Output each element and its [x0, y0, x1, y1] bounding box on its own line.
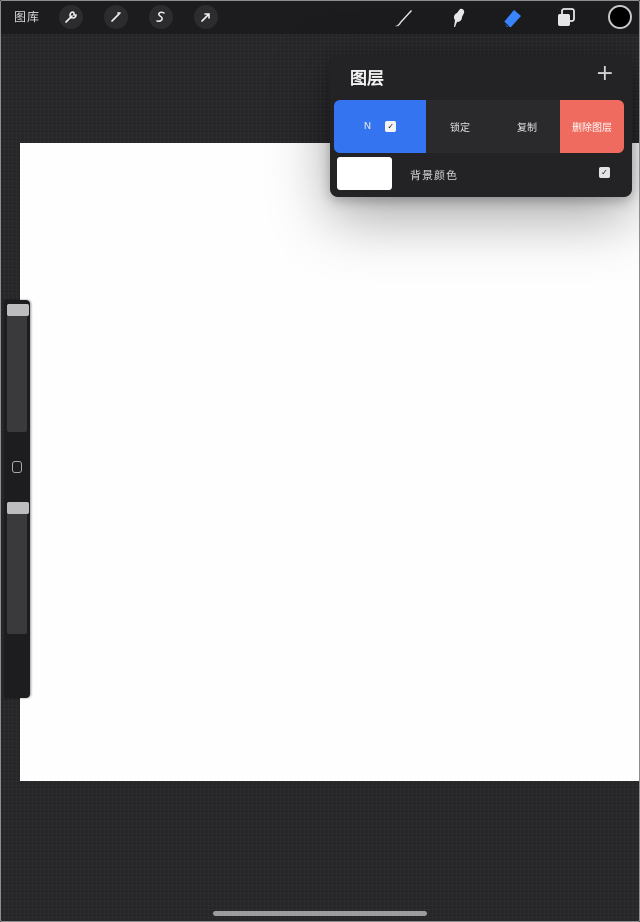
home-indicator [213, 911, 427, 916]
smudge-icon[interactable] [445, 5, 471, 31]
delete-layer-button[interactable]: 删除图层 [560, 100, 624, 153]
modify-square-icon[interactable] [12, 461, 22, 473]
lock-button[interactable]: 锁定 [426, 100, 494, 153]
opacity-thumb[interactable] [7, 502, 29, 514]
layers-panel: 图层 + N ✓ 锁定 复制 删除图层 背景颜色 ✓ [330, 55, 632, 197]
magic-wand-icon[interactable] [104, 5, 128, 29]
layer-name-action[interactable]: N ✓ [334, 100, 426, 153]
add-layer-button[interactable]: + [596, 63, 614, 85]
gallery-button[interactable]: 图库 [14, 8, 40, 25]
background-visibility-checkbox[interactable]: ✓ [599, 167, 610, 178]
brush-size-thumb[interactable] [7, 304, 29, 316]
layer-actions-row: N ✓ 锁定 复制 删除图层 [334, 100, 628, 153]
color-picker-swatch[interactable] [608, 5, 632, 29]
eraser-icon[interactable] [499, 5, 525, 31]
top-toolbar: 图库 [0, 0, 640, 34]
transform-arrow-icon[interactable] [194, 5, 218, 29]
layers-icon[interactable] [553, 5, 579, 31]
layer-name-label: N [363, 121, 372, 132]
brush-size-slider[interactable] [7, 304, 27, 432]
panel-title: 图层 [350, 69, 384, 89]
visibility-checkbox[interactable]: ✓ [385, 121, 397, 132]
brush-icon[interactable] [390, 5, 416, 31]
wrench-icon[interactable] [59, 5, 83, 29]
background-color-label: 背景颜色 [410, 169, 458, 182]
duplicate-button[interactable]: 复制 [494, 100, 560, 153]
opacity-slider[interactable] [7, 502, 27, 634]
background-color-layer[interactable]: 背景颜色 ✓ [330, 155, 632, 195]
left-sidebar [4, 300, 30, 698]
background-color-thumbnail[interactable] [337, 157, 392, 190]
selection-icon[interactable] [149, 5, 173, 29]
drawing-canvas[interactable] [20, 143, 640, 781]
